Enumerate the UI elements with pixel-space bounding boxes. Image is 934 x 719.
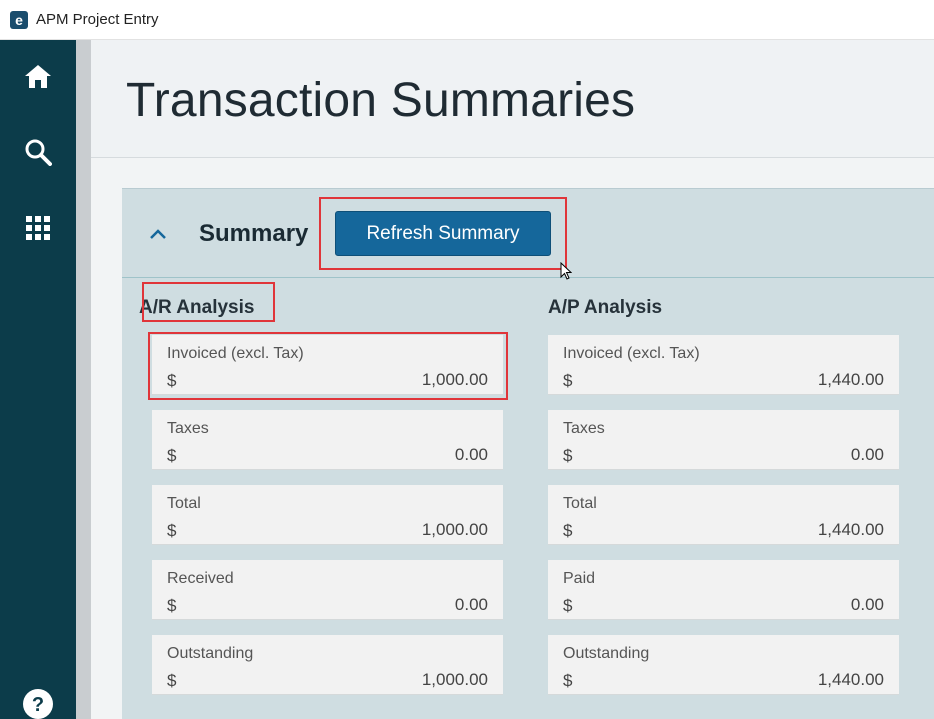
field-value: 1,000.00	[421, 370, 488, 389]
field-value: 0.00	[454, 445, 488, 464]
field-value: 1,000.00	[421, 670, 488, 689]
ap-analysis-title: A/P Analysis	[548, 297, 663, 318]
app-logo-icon: e	[10, 10, 28, 29]
currency-symbol: $	[563, 521, 573, 540]
field-label: Total	[563, 495, 597, 512]
ar-taxes-field: Taxes $ 0.00	[152, 410, 503, 470]
ap-outstanding-field: Outstanding $ 1,440.00	[548, 635, 899, 695]
summary-panel: Summary Refresh Summary A/R Analysis Inv…	[122, 188, 934, 719]
field-label: Total	[167, 495, 201, 512]
field-label: Paid	[563, 570, 596, 587]
collapse-chevron-icon[interactable]	[147, 223, 169, 245]
ap-total-field: Total $ 1,440.00	[548, 485, 899, 545]
currency-symbol: $	[563, 596, 573, 615]
field-label: Outstanding	[563, 645, 650, 662]
field-value: 0.00	[850, 595, 884, 614]
ar-invoiced-field: Invoiced (excl. Tax) $ 1,000.00	[152, 335, 503, 395]
summary-title: Summary	[199, 220, 309, 247]
main-content: Transaction Summaries Summary Refresh Su…	[91, 40, 934, 719]
field-label: Taxes	[563, 420, 605, 437]
page-header: Transaction Summaries	[91, 40, 934, 158]
field-label: Invoiced (excl. Tax)	[167, 345, 304, 362]
page-title: Transaction Summaries	[126, 74, 636, 127]
field-label: Outstanding	[167, 645, 254, 662]
currency-symbol: $	[563, 446, 573, 465]
ar-outstanding-field: Outstanding $ 1,000.00	[152, 635, 503, 695]
window-title: APM Project Entry	[36, 11, 159, 28]
ap-invoiced-field: Invoiced (excl. Tax) $ 1,440.00	[548, 335, 899, 395]
ar-total-field: Total $ 1,000.00	[152, 485, 503, 545]
field-label: Invoiced (excl. Tax)	[563, 345, 700, 362]
currency-symbol: $	[167, 596, 177, 615]
window-titlebar: e APM Project Entry	[0, 0, 934, 40]
currency-symbol: $	[167, 521, 177, 540]
ar-analysis-title: A/R Analysis	[139, 297, 255, 318]
ar-received-field: Received $ 0.00	[152, 560, 503, 620]
help-icon[interactable]: ?	[22, 688, 54, 719]
field-value: 1,000.00	[421, 520, 488, 539]
nav-rail: ?	[0, 40, 76, 719]
ap-taxes-field: Taxes $ 0.00	[548, 410, 899, 470]
currency-symbol: $	[167, 371, 177, 390]
field-label: Received	[167, 570, 234, 587]
apps-grid-icon[interactable]	[22, 212, 54, 244]
svg-text:?: ?	[32, 694, 44, 716]
field-value: 1,440.00	[817, 670, 884, 689]
currency-symbol: $	[563, 671, 573, 690]
currency-symbol: $	[167, 671, 177, 690]
field-value: 0.00	[454, 595, 488, 614]
field-value: 1,440.00	[817, 370, 884, 389]
summary-panel-header: Summary Refresh Summary	[122, 189, 934, 278]
ap-paid-field: Paid $ 0.00	[548, 560, 899, 620]
field-value: 0.00	[850, 445, 884, 464]
currency-symbol: $	[167, 446, 177, 465]
field-label: Taxes	[167, 420, 209, 437]
mouse-pointer-icon	[560, 261, 573, 285]
rail-divider	[76, 40, 91, 719]
home-icon[interactable]	[22, 60, 54, 92]
search-icon[interactable]	[22, 136, 54, 168]
currency-symbol: $	[563, 371, 573, 390]
refresh-summary-button[interactable]: Refresh Summary	[335, 211, 551, 256]
field-value: 1,440.00	[817, 520, 884, 539]
